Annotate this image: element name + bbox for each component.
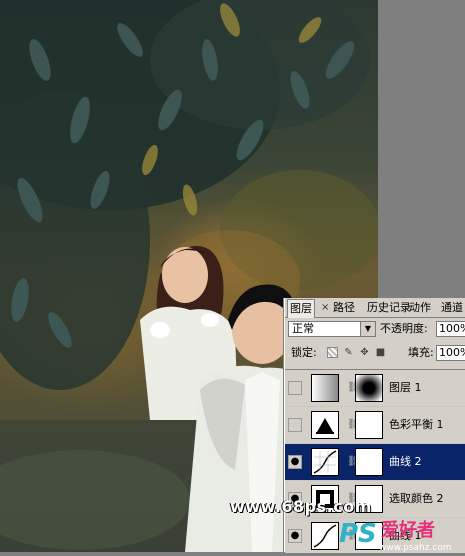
tab-layers[interactable]: 图层: [287, 299, 315, 318]
chevron-down-icon[interactable]: ▼: [360, 322, 375, 336]
opacity-field[interactable]: 100%: [436, 321, 465, 337]
tab-channels[interactable]: 通道: [441, 300, 463, 316]
tab-history[interactable]: 历史记录: [367, 300, 411, 316]
layer-row[interactable]: ⛓ 图层 1: [285, 370, 465, 407]
blend-mode-select[interactable]: 正常 ▼: [288, 321, 376, 337]
fill-field[interactable]: 100%: [436, 345, 465, 361]
tab-actions[interactable]: 动作: [409, 300, 431, 316]
lock-position-icon[interactable]: ✥: [359, 347, 370, 358]
layer-name: 图层 1: [389, 381, 422, 394]
layer-thumbnail: [311, 374, 339, 402]
logo-ps-text: PS: [339, 519, 377, 549]
mask-thumbnail: [355, 374, 383, 402]
lock-pixels-icon[interactable]: ✎: [343, 347, 354, 358]
mask-thumbnail: [355, 411, 383, 439]
fill-label: 填充:: [408, 346, 434, 359]
eye-icon[interactable]: ●: [288, 529, 302, 543]
panel-tabs: 图层 × 路径 历史记录 动作 通道: [285, 298, 465, 318]
lock-label: 锁定:: [291, 346, 317, 359]
blend-mode-value: 正常: [292, 322, 314, 335]
layer-row-selected[interactable]: ● ⛓ 曲线 2: [285, 444, 465, 481]
color-balance-icon: [311, 411, 339, 439]
logo-cn-text: 爱好者: [381, 519, 435, 541]
tab-paths[interactable]: 路径: [333, 300, 355, 316]
lock-transparency-icon[interactable]: [327, 347, 338, 358]
layer-row[interactable]: ⛓ 色彩平衡 1: [285, 407, 465, 444]
layer-name: 色彩平衡 1: [389, 418, 444, 431]
layer-name: 曲线 2: [389, 455, 422, 468]
curves-icon: [311, 448, 339, 476]
visibility-toggle[interactable]: [288, 418, 302, 432]
logo-watermark: PS 爱好者 www.psahz.com: [333, 510, 465, 553]
close-icon[interactable]: ×: [321, 301, 329, 315]
eye-icon[interactable]: ●: [288, 455, 302, 469]
canvas-background: [378, 0, 465, 300]
logo-url-text: www.psahz.com: [379, 543, 452, 552]
lock-fill-row: 锁定: ✎ ✥ ■ 填充: 100%: [285, 343, 465, 363]
layer-name: 选取颜色 2: [389, 492, 444, 505]
lock-all-icon[interactable]: ■: [375, 347, 386, 358]
blend-opacity-row: 正常 ▼ 不透明度: 100%: [285, 319, 465, 339]
mask-thumbnail: [355, 448, 383, 476]
opacity-label: 不透明度:: [380, 322, 428, 335]
visibility-toggle[interactable]: [288, 381, 302, 395]
